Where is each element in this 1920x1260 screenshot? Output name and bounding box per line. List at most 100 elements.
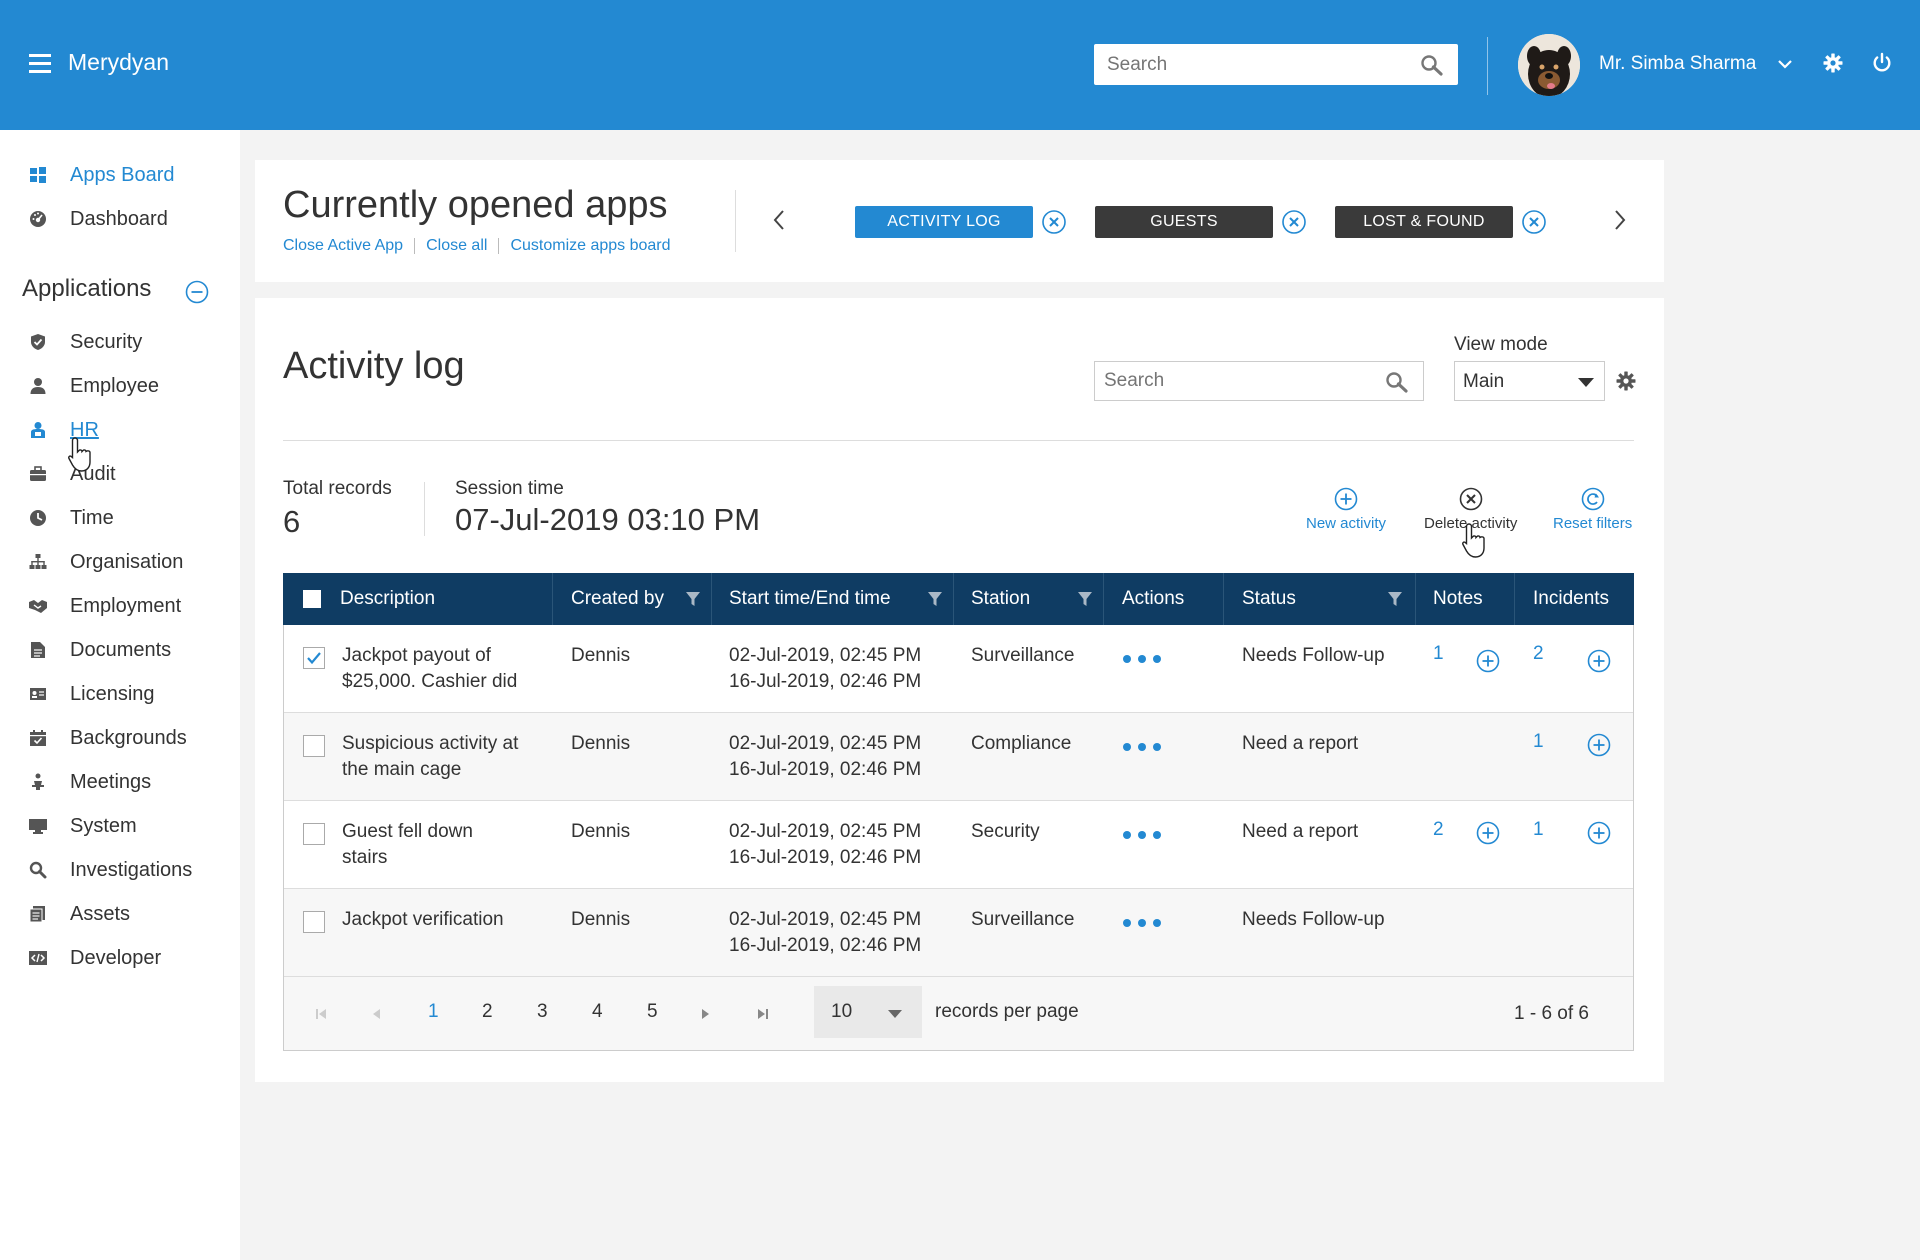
hamburger-menu-icon[interactable] — [29, 54, 51, 74]
power-icon[interactable] — [1871, 52, 1893, 74]
incidents-count[interactable]: 1 — [1533, 731, 1544, 753]
add-incident-plus-icon[interactable] — [1587, 733, 1611, 757]
search-icon[interactable] — [1420, 54, 1444, 76]
add-incident-plus-icon[interactable] — [1587, 649, 1611, 673]
created-by-cell: Dennis — [571, 909, 631, 930]
more-actions-icon[interactable] — [1123, 743, 1168, 751]
gauge-icon — [28, 209, 48, 229]
sidebar-item-assets[interactable]: Assets — [28, 898, 130, 930]
filter-icon[interactable] — [927, 591, 943, 607]
incidents-count[interactable]: 2 — [1533, 643, 1544, 665]
sidebar-item-employment[interactable]: Employment — [28, 590, 181, 622]
row-checkbox[interactable] — [303, 823, 325, 845]
sidebar-item-label: Meetings — [70, 770, 152, 793]
table-row[interactable]: Jackpot payout of $25,000. Cashier did De… — [284, 625, 1633, 713]
delete-activity-button[interactable]: Delete activity — [1424, 487, 1517, 532]
page-number[interactable]: 5 — [647, 1001, 658, 1023]
settings-gear-icon[interactable] — [1823, 53, 1843, 73]
chevron-right-icon[interactable] — [1613, 208, 1627, 232]
table-row[interactable]: Suspicious activity at the main cage Denn… — [284, 713, 1633, 801]
page-number[interactable]: 1 — [428, 1001, 439, 1023]
close-all-link[interactable]: Close all — [426, 237, 487, 255]
filter-icon[interactable] — [685, 591, 701, 607]
sidebar-item-investigations[interactable]: Investigations — [28, 854, 192, 886]
reset-filters-button[interactable]: Reset filters — [1553, 487, 1632, 532]
close-circle-icon[interactable] — [1041, 209, 1067, 235]
sidebar-item-developer[interactable]: Developer — [28, 942, 161, 974]
table-row[interactable]: Guest fell down stairs Dennis 02-Jul-2019… — [284, 801, 1633, 889]
column-header-created-by[interactable]: Created by — [571, 573, 664, 625]
page-number[interactable]: 2 — [482, 1001, 493, 1023]
sidebar-item-backgrounds[interactable]: Backgrounds — [28, 722, 187, 754]
first-page-icon[interactable] — [314, 1007, 328, 1021]
add-incident-plus-icon[interactable] — [1587, 821, 1611, 845]
sidebar-item-dashboard[interactable]: Dashboard — [28, 203, 168, 235]
column-header-description[interactable]: Description — [340, 573, 435, 625]
user-name[interactable]: Mr. Simba Sharma — [1599, 53, 1756, 75]
select-all-checkbox[interactable] — [303, 590, 321, 608]
close-circle-icon[interactable] — [1521, 209, 1547, 235]
more-actions-icon[interactable] — [1123, 655, 1168, 663]
sidebar-item-audit[interactable]: Audit — [28, 458, 116, 490]
sidebar-item-label: System — [70, 814, 137, 837]
sidebar-item-time[interactable]: Time — [28, 502, 114, 534]
view-settings-gear-icon[interactable] — [1616, 371, 1636, 391]
view-mode-select[interactable]: Main — [1454, 361, 1605, 401]
sidebar-item-security[interactable]: Security — [28, 326, 142, 358]
sidebar-item-apps-board[interactable]: Apps Board — [28, 159, 175, 191]
more-actions-icon[interactable] — [1123, 831, 1168, 839]
notes-count[interactable]: 1 — [1433, 643, 1444, 665]
add-note-plus-icon[interactable] — [1476, 649, 1500, 673]
add-note-plus-icon[interactable] — [1476, 821, 1500, 845]
collapse-minus-icon[interactable] — [185, 280, 209, 304]
previous-page-icon[interactable] — [370, 1007, 382, 1021]
sidebar-item-label: Licensing — [70, 682, 155, 705]
sidebar-item-label: Audit — [70, 462, 116, 485]
row-checkbox[interactable] — [303, 735, 325, 757]
activity-search-input[interactable] — [1095, 362, 1375, 400]
sidebar-item-organisation[interactable]: Organisation — [28, 546, 183, 578]
search-icon[interactable] — [1385, 371, 1409, 393]
more-actions-icon[interactable] — [1123, 919, 1168, 927]
global-search-input[interactable] — [1094, 44, 1404, 85]
sidebar-item-hr[interactable]: HR — [28, 414, 99, 446]
chevron-left-icon[interactable] — [772, 208, 786, 232]
column-header-notes[interactable]: Notes — [1433, 573, 1483, 625]
close-circle-icon[interactable] — [1281, 209, 1307, 235]
sidebar-item-system[interactable]: System — [28, 810, 137, 842]
page-number[interactable]: 4 — [592, 1001, 603, 1023]
presenter-icon — [28, 772, 48, 792]
sidebar-item-meetings[interactable]: Meetings — [28, 766, 151, 798]
chevron-down-icon[interactable] — [1777, 58, 1793, 70]
filter-icon[interactable] — [1077, 591, 1093, 607]
new-activity-button[interactable]: New activity — [1306, 487, 1386, 532]
next-page-icon[interactable] — [700, 1007, 712, 1021]
row-checkbox[interactable] — [303, 911, 325, 933]
tab-activity-log[interactable]: ACTIVITY LOG — [855, 206, 1033, 238]
time-cell: 02-Jul-2019, 02:45 PM 16-Jul-2019, 02:46 … — [729, 643, 921, 695]
sidebar-item-employee[interactable]: Employee — [28, 370, 159, 402]
column-header-status[interactable]: Status — [1242, 573, 1296, 625]
end-time: 16-Jul-2019, 02:46 PM — [729, 935, 922, 956]
last-page-icon[interactable] — [756, 1007, 770, 1021]
row-checkbox[interactable] — [303, 647, 325, 669]
tab-guests[interactable]: GUESTS — [1095, 206, 1273, 238]
incidents-count[interactable]: 1 — [1533, 819, 1544, 841]
column-header-start-end-time[interactable]: Start time/End time — [729, 573, 891, 625]
column-header-station[interactable]: Station — [971, 573, 1030, 625]
sidebar-item-licensing[interactable]: Licensing — [28, 678, 155, 710]
filter-icon[interactable] — [1387, 591, 1403, 607]
page-number[interactable]: 3 — [537, 1001, 548, 1023]
sidebar-item-label: Security — [70, 330, 143, 353]
user-avatar[interactable] — [1518, 34, 1580, 96]
column-header-actions[interactable]: Actions — [1122, 573, 1184, 625]
column-separator — [1223, 573, 1224, 625]
customize-apps-board-link[interactable]: Customize apps board — [510, 237, 670, 255]
notes-count[interactable]: 2 — [1433, 819, 1444, 841]
column-header-incidents[interactable]: Incidents — [1533, 573, 1609, 625]
table-row[interactable]: Jackpot verification Dennis 02-Jul-2019,… — [284, 889, 1633, 977]
records-per-page-select[interactable]: 10 — [814, 986, 922, 1038]
close-active-app-link[interactable]: Close Active App — [283, 237, 403, 255]
tab-lost-and-found[interactable]: LOST & FOUND — [1335, 206, 1513, 238]
sidebar-item-documents[interactable]: Documents — [28, 634, 171, 666]
